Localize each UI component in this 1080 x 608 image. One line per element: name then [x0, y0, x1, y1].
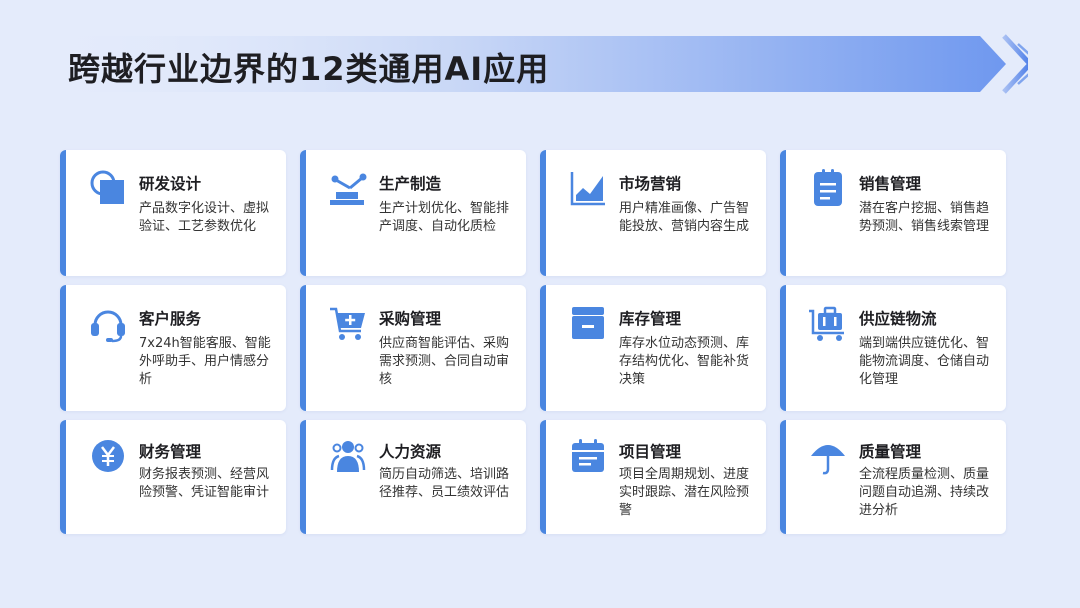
- card-finance: 财务管理 财务报表预测、经营风险预警、凭证智能审计: [60, 420, 286, 534]
- card-marketing: 市场营销 用户精准画像、广告智能投放、营销内容生成: [540, 150, 766, 276]
- page-title: 跨越行业边界的12类通用AI应用: [68, 50, 550, 88]
- card-title: 市场营销: [619, 175, 682, 193]
- design-shapes-icon: [88, 168, 128, 208]
- card-supply-chain: 供应链物流 端到端供应链优化、智能物流调度、仓储自动化管理: [780, 285, 1006, 411]
- headset-icon: [88, 303, 128, 343]
- yuan-coin-icon: [88, 436, 128, 476]
- area-chart-icon: [568, 168, 608, 208]
- card-manufacturing: 生产制造 生产计划优化、智能排产调度、自动化质检: [300, 150, 526, 276]
- card-desc: 端到端供应链优化、智能物流调度、仓储自动化管理: [859, 336, 990, 387]
- card-title: 质量管理: [859, 443, 922, 461]
- card-desc: 潜在客户挖掘、销售趋势预测、销售线索管理: [859, 201, 990, 234]
- card-hr: 人力资源 简历自动筛选、培训路径推荐、员工绩效评估: [300, 420, 526, 534]
- card-desc: 财务报表预测、经营风险预警、凭证智能审计: [139, 467, 270, 500]
- title-banner: 跨越行业边界的12类通用AI应用: [28, 34, 1028, 94]
- card-project: 项目管理 项目全周期规划、进度实时跟踪、潜在风险预警: [540, 420, 766, 534]
- logistics-cart-icon: [808, 303, 848, 343]
- card-desc: 生产计划优化、智能排产调度、自动化质检: [379, 201, 510, 234]
- card-desc: 简历自动筛选、培训路径推荐、员工绩效评估: [379, 467, 510, 500]
- card-inventory: 库存管理 库存水位动态预测、库存结构优化、智能补货决策: [540, 285, 766, 411]
- card-rd-design: 研发设计 产品数字化设计、虚拟验证、工艺参数优化: [60, 150, 286, 276]
- card-title: 研发设计: [139, 175, 202, 193]
- clipboard-icon: [808, 168, 848, 208]
- card-desc: 产品数字化设计、虚拟验证、工艺参数优化: [139, 201, 270, 234]
- card-desc: 用户精准画像、广告智能投放、营销内容生成: [619, 201, 750, 234]
- card-quality: 质量管理 全流程质量检测、质量问题自动追溯、持续改进分析: [780, 420, 1006, 534]
- app-card-grid: 研发设计 产品数字化设计、虚拟验证、工艺参数优化 生产制造 生产计划优化、智能排…: [60, 150, 1006, 534]
- card-title: 人力资源: [379, 443, 442, 461]
- people-icon: [328, 436, 368, 476]
- card-desc: 供应商智能评估、采购需求预测、合同自动审核: [379, 336, 510, 387]
- card-title: 供应链物流: [859, 310, 937, 328]
- shopping-cart-icon: [328, 303, 368, 343]
- inventory-box-icon: [568, 303, 608, 343]
- umbrella-icon: [808, 436, 848, 476]
- card-sales: 销售管理 潜在客户挖掘、销售趋势预测、销售线索管理: [780, 150, 1006, 276]
- card-desc: 库存水位动态预测、库存结构优化、智能补货决策: [619, 336, 750, 387]
- card-desc: 全流程质量检测、质量问题自动追溯、持续改进分析: [859, 467, 990, 518]
- card-title: 采购管理: [379, 310, 442, 328]
- robot-arm-icon: [328, 168, 368, 208]
- card-title: 财务管理: [139, 443, 202, 461]
- card-desc: 项目全周期规划、进度实时跟踪、潜在风险预警: [619, 467, 750, 518]
- card-title: 销售管理: [859, 175, 922, 193]
- card-title: 客户服务: [139, 310, 202, 328]
- card-customer-service: 客户服务 7x24h智能客服、智能外呼助手、用户情感分析: [60, 285, 286, 411]
- card-title: 生产制造: [379, 175, 442, 193]
- card-procurement: 采购管理 供应商智能评估、采购需求预测、合同自动审核: [300, 285, 526, 411]
- calendar-icon: [568, 436, 608, 476]
- card-title: 库存管理: [619, 310, 682, 328]
- card-title: 项目管理: [619, 443, 682, 461]
- card-desc: 7x24h智能客服、智能外呼助手、用户情感分析: [139, 336, 271, 387]
